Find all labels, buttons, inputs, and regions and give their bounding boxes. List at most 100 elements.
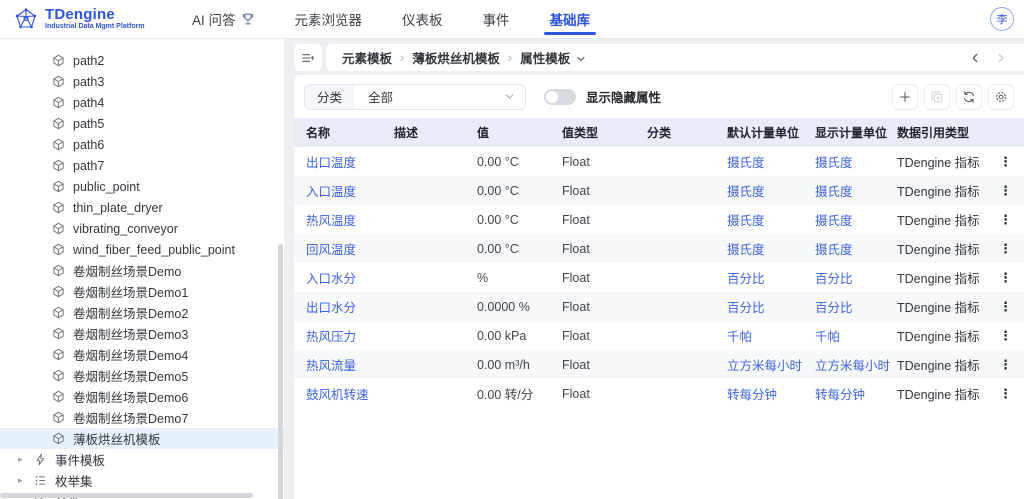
sidebar-item-demo7[interactable]: 卷烟制丝场景Demo7 <box>0 407 284 428</box>
nav-item-element-browser[interactable]: 元素浏览器 <box>295 0 363 38</box>
table-row: 入口温度 0.00 °C Float 摄氏度 摄氏度 TDengine 指标 ⋮ <box>294 176 1024 205</box>
sidebar-item-path6[interactable]: path6 <box>0 134 284 155</box>
attr-value: 0.00 kPa <box>477 328 527 343</box>
sidebar-item-path5[interactable]: path5 <box>0 113 284 134</box>
attr-name-link[interactable]: 热风温度 <box>306 214 356 228</box>
attr-display-unit[interactable]: 转每分钟 <box>803 379 885 408</box>
chevron-down-icon[interactable] <box>575 53 587 65</box>
sidebar-vertical-scrollbar[interactable] <box>278 244 283 499</box>
table-settings-button[interactable] <box>988 83 1014 110</box>
sidebar-item-demo1[interactable]: 卷烟制丝场景Demo1 <box>0 281 284 302</box>
attr-name-link[interactable]: 鼓风机转速 <box>306 388 369 402</box>
breadcrumb-element-templates[interactable]: 元素模板 <box>342 48 392 67</box>
row-actions-menu[interactable]: ⋮ <box>999 300 1012 313</box>
sidebar-item-demo2[interactable]: 卷烟制丝场景Demo2 <box>0 302 284 323</box>
row-actions-menu[interactable]: ⋮ <box>999 358 1012 371</box>
sidebar-item-demo3[interactable]: 卷烟制丝场景Demo3 <box>0 323 284 344</box>
attr-display-unit[interactable]: 百分比 <box>803 263 885 292</box>
attr-default-unit[interactable]: 摄氏度 <box>715 205 803 234</box>
cube-icon <box>52 201 65 214</box>
attr-name-link[interactable]: 热风压力 <box>306 330 356 344</box>
sidebar-item-demo6[interactable]: 卷烟制丝场景Demo6 <box>0 386 284 407</box>
attr-default-unit[interactable]: 百分比 <box>715 292 803 321</box>
table-row: 出口水分 0.0000 % Float 百分比 百分比 TDengine 指标 … <box>294 292 1024 321</box>
user-avatar[interactable]: 李 <box>990 7 1014 31</box>
sidebar-item-demo5[interactable]: 卷烟制丝场景Demo5 <box>0 365 284 386</box>
attr-desc <box>382 321 465 350</box>
sidebar-group-enum-sets[interactable]: ▸ 枚举集 <box>0 470 284 491</box>
attr-data-ref-type: TDengine 指标 <box>897 156 980 170</box>
attr-default-unit[interactable]: 摄氏度 <box>715 176 803 205</box>
history-back-icon[interactable] <box>968 51 982 65</box>
sidebar-item-demo4[interactable]: 卷烟制丝场景Demo4 <box>0 344 284 365</box>
sidebar-item-public-point[interactable]: public_point <box>0 176 284 197</box>
add-attribute-button[interactable] <box>892 83 918 110</box>
main-nav: AI 问答 元素浏览器 仪表板 事件 基础库 <box>192 0 596 38</box>
attr-display-unit[interactable]: 摄氏度 <box>803 205 885 234</box>
attr-desc <box>382 263 465 292</box>
nav-item-ai-qa[interactable]: AI 问答 <box>192 0 255 38</box>
attr-display-unit[interactable]: 摄氏度 <box>803 234 885 263</box>
attr-default-unit[interactable]: 千帕 <box>715 321 803 350</box>
show-hidden-attributes-toggle[interactable] <box>544 88 576 105</box>
nav-item-events[interactable]: 事件 <box>483 0 510 38</box>
attr-name-link[interactable]: 回风温度 <box>306 243 356 257</box>
attr-display-unit[interactable]: 立方米每小时 <box>803 350 890 379</box>
enum-list-icon <box>34 474 47 487</box>
sidebar-horizontal-scrollbar[interactable] <box>0 493 253 498</box>
row-actions-menu[interactable]: ⋮ <box>999 155 1012 168</box>
row-actions-menu[interactable]: ⋮ <box>999 184 1012 197</box>
row-actions-menu[interactable]: ⋮ <box>999 329 1012 342</box>
expand-caret-icon[interactable]: ▸ <box>18 475 26 486</box>
attr-default-unit[interactable]: 摄氏度 <box>715 147 803 176</box>
sidebar-item-wind-fiber-feed-public-point[interactable]: wind_fiber_feed_public_point <box>0 239 284 260</box>
sidebar-collapse-button[interactable] <box>294 44 322 71</box>
sidebar-item-demo[interactable]: 卷烟制丝场景Demo <box>0 260 284 281</box>
category-filter-select[interactable]: 分类 全部 <box>304 83 526 110</box>
attr-display-unit[interactable]: 摄氏度 <box>803 176 885 205</box>
attr-default-unit[interactable]: 立方米每小时 <box>715 350 803 379</box>
attr-default-unit[interactable]: 摄氏度 <box>715 234 803 263</box>
attr-default-unit[interactable]: 转每分钟 <box>715 379 803 408</box>
attr-default-unit[interactable]: 百分比 <box>715 263 803 292</box>
expand-caret-icon[interactable]: ▸ <box>18 454 26 465</box>
breadcrumb-attribute-templates[interactable]: 属性模板 <box>520 48 570 67</box>
sidebar-item-vibrating-conveyor[interactable]: vibrating_conveyor <box>0 218 284 239</box>
attr-value-type: Float <box>562 212 590 227</box>
sidebar-item-path2[interactable]: path2 <box>0 50 284 71</box>
row-actions-menu[interactable]: ⋮ <box>999 242 1012 255</box>
category-filter-label: 分类 <box>305 84 355 109</box>
copy-attribute-button[interactable] <box>924 83 950 110</box>
refresh-button[interactable] <box>956 83 982 110</box>
attr-display-unit[interactable]: 摄氏度 <box>803 147 885 176</box>
sidebar-item-path3[interactable]: path3 <box>0 71 284 92</box>
nav-item-dashboards[interactable]: 仪表板 <box>402 0 443 38</box>
attr-name-link[interactable]: 入口温度 <box>306 185 356 199</box>
sidebar-item-thin-plate-dryer[interactable]: thin_plate_dryer <box>0 197 284 218</box>
nav-item-label: 基础库 <box>549 13 591 28</box>
row-actions-menu[interactable]: ⋮ <box>999 387 1012 400</box>
nav-item-base-library[interactable]: 基础库 <box>543 0 596 38</box>
sidebar-item-path7[interactable]: path7 <box>0 155 284 176</box>
sidebar-item-path4[interactable]: path4 <box>0 92 284 113</box>
brand-logo[interactable]: TDengine Industrial Data Mgmt Platform <box>0 7 192 31</box>
attr-display-unit[interactable]: 百分比 <box>803 292 885 321</box>
row-actions-menu[interactable]: ⋮ <box>999 213 1012 226</box>
attr-name-link[interactable]: 出口水分 <box>306 301 356 315</box>
tree-item-label: 卷烟制丝场景Demo1 <box>73 286 189 300</box>
tree-item-label: path2 <box>73 53 105 68</box>
attr-name-link[interactable]: 热风流量 <box>306 359 356 373</box>
attr-display-unit[interactable]: 千帕 <box>803 321 885 350</box>
attr-value-type: Float <box>562 270 590 285</box>
attr-name-link[interactable]: 入口水分 <box>306 272 356 286</box>
attr-desc <box>382 379 465 408</box>
attr-value-type: Float <box>562 357 590 372</box>
breadcrumb-template-name[interactable]: 薄板烘丝机模板 <box>412 48 500 67</box>
sidebar-item-thin-plate-drying-template[interactable]: 薄板烘丝机模板 <box>0 428 284 449</box>
attr-name-link[interactable]: 出口温度 <box>306 156 356 170</box>
history-forward-icon[interactable] <box>994 51 1008 65</box>
sidebar-group-event-templates[interactable]: ▸ 事件模板 <box>0 449 284 470</box>
row-actions-menu[interactable]: ⋮ <box>999 271 1012 284</box>
cube-icon <box>52 327 65 340</box>
attr-desc <box>382 147 465 176</box>
